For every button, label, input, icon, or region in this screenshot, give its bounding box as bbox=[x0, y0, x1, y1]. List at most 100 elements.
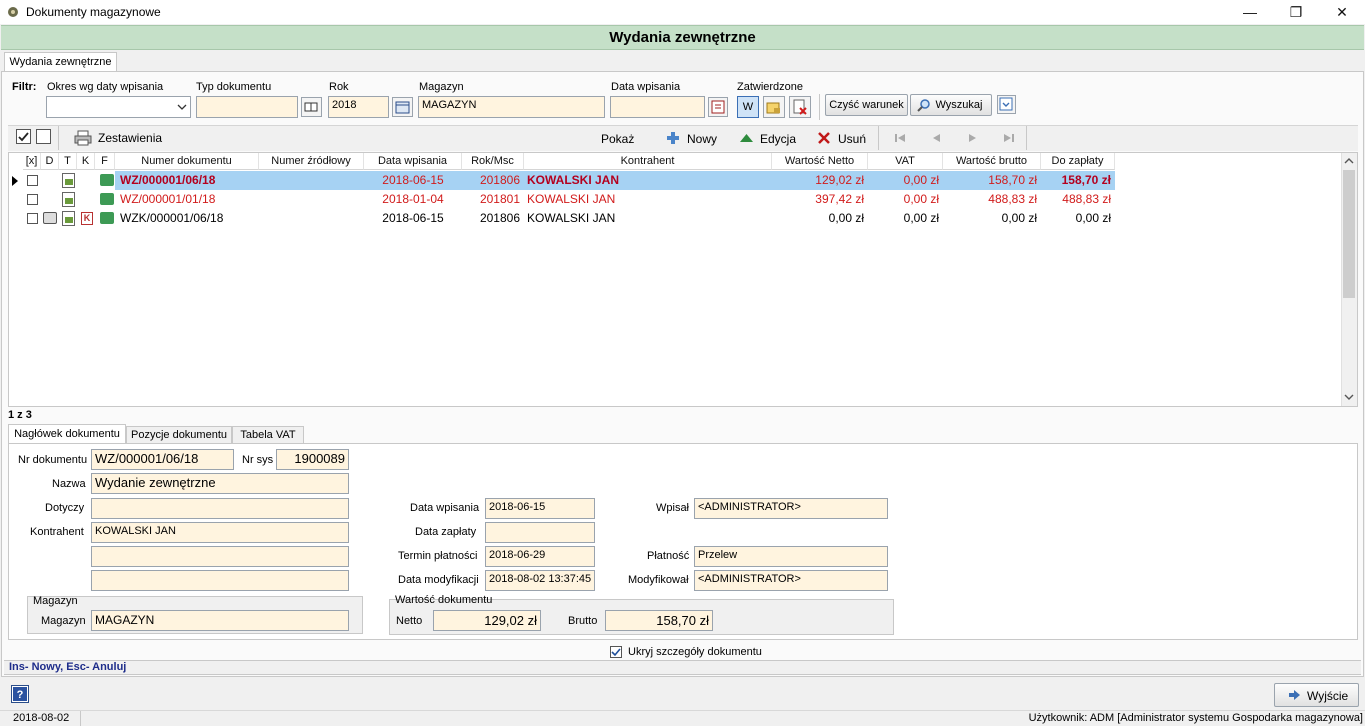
hint-bar bbox=[4, 660, 1361, 675]
close-icon[interactable]: ✕ bbox=[1319, 0, 1365, 24]
table-row[interactable]: WZ/000001/01/18 2018-01-04 201801 KOWALS… bbox=[9, 190, 1119, 209]
col-header-k[interactable]: K bbox=[77, 153, 95, 170]
rok-label: Rok bbox=[329, 81, 349, 93]
data-zaplaty-label: Data zapłaty bbox=[415, 526, 477, 538]
cell-kontrahent: KOWALSKI JAN bbox=[524, 171, 772, 190]
tab-tabela-vat[interactable]: Tabela VAT bbox=[232, 426, 304, 444]
date-picker-button[interactable] bbox=[708, 97, 728, 117]
scrollbar-thumb[interactable] bbox=[1343, 170, 1355, 298]
data-modyfikacji-field[interactable]: 2018-08-02 13:37:45 bbox=[485, 570, 595, 591]
col-header-data[interactable]: Data wpisania bbox=[364, 153, 462, 170]
search-button[interactable]: Wyszukaj bbox=[910, 94, 992, 116]
zatwierdzone-folder-toggle[interactable] bbox=[763, 96, 785, 118]
next-record-icon[interactable] bbox=[968, 133, 978, 143]
prev-record-icon[interactable] bbox=[931, 133, 941, 143]
cell-zrodlowy bbox=[259, 171, 364, 190]
calendar-button[interactable] bbox=[392, 97, 413, 117]
cell-zrodlowy bbox=[259, 190, 364, 209]
scroll-down-icon[interactable] bbox=[1344, 393, 1354, 401]
table-row[interactable]: WZ/000001/06/18 2018-06-15 201806 KOWALS… bbox=[9, 171, 1119, 190]
nr-sys-field[interactable]: 1900089 bbox=[276, 449, 349, 470]
col-header-netto[interactable]: Wartość Netto bbox=[772, 153, 868, 170]
col-header-vat[interactable]: VAT bbox=[868, 153, 943, 170]
deselect-all-checkbox[interactable] bbox=[36, 129, 51, 144]
modyfikowal-field[interactable]: <ADMINISTRATOR> bbox=[694, 570, 888, 591]
exit-button[interactable]: Wyjście bbox=[1274, 683, 1359, 707]
cell-vat: 0,00 zł bbox=[868, 171, 943, 190]
brutto-field[interactable]: 158,70 zł bbox=[605, 610, 713, 631]
cell-brutto: 0,00 zł bbox=[1001, 211, 1037, 225]
book-lookup-button[interactable] bbox=[301, 97, 322, 117]
nazwa-field[interactable]: Wydanie zewnętrzne bbox=[91, 473, 349, 494]
magazyn-filter-input[interactable]: MAGAZYN bbox=[418, 96, 605, 118]
pokaz-button[interactable]: Pokaż bbox=[601, 132, 634, 146]
col-header-zrodlowy[interactable]: Numer źródłowy bbox=[259, 153, 364, 170]
last-record-icon[interactable] bbox=[1003, 133, 1015, 143]
okres-select[interactable] bbox=[46, 96, 191, 118]
col-header-rokmsc[interactable]: Rok/Msc bbox=[462, 153, 524, 170]
select-all-checkbox[interactable] bbox=[16, 129, 31, 144]
row-checkbox[interactable] bbox=[27, 213, 38, 224]
zatwierdzone-reject-toggle[interactable] bbox=[789, 96, 811, 118]
kontrahent-address-1[interactable] bbox=[91, 546, 349, 567]
usun-button[interactable]: Usuń bbox=[817, 129, 869, 149]
wpisal-field[interactable]: <ADMINISTRATOR> bbox=[694, 498, 888, 519]
cell-kontrahent: KOWALSKI JAN bbox=[527, 192, 616, 206]
data-wpisania-field[interactable]: 2018-06-15 bbox=[485, 498, 595, 519]
data-zaplaty-field[interactable] bbox=[485, 522, 595, 543]
col-header-t[interactable]: T bbox=[59, 153, 77, 170]
typ-input[interactable] bbox=[196, 96, 298, 118]
platnosc-field[interactable]: Przelew bbox=[694, 546, 888, 567]
scroll-up-icon[interactable] bbox=[1344, 157, 1354, 165]
col-header-x[interactable]: [x] bbox=[23, 153, 41, 170]
okres-label: Okres wg daty wpisania bbox=[47, 81, 164, 93]
zestawienia-button[interactable]: Zestawienia bbox=[74, 129, 174, 149]
checkmark-icon bbox=[611, 648, 621, 657]
cell-zaplata: 488,83 zł bbox=[1062, 192, 1111, 206]
col-header-brutto[interactable]: Wartość brutto bbox=[943, 153, 1041, 170]
netto-field[interactable]: 129,02 zł bbox=[433, 610, 541, 631]
kontrahent-address-2[interactable] bbox=[91, 570, 349, 591]
nr-dokumentu-field[interactable]: WZ/000001/06/18 bbox=[91, 449, 234, 470]
tab-wydania-zewnetrzne[interactable]: Wydania zewnętrzne bbox=[4, 52, 117, 72]
col-header-zaplata[interactable]: Do zapłaty bbox=[1041, 153, 1115, 170]
row-checkbox[interactable] bbox=[27, 175, 38, 186]
status-user: Użytkownik: ADM [Administrator systemu G… bbox=[1028, 712, 1363, 724]
rok-input[interactable]: 2018 bbox=[328, 96, 389, 118]
kontrahent-field[interactable]: KOWALSKI JAN bbox=[91, 522, 349, 543]
minimize-icon[interactable]: — bbox=[1227, 0, 1273, 24]
zatwierdzone-w-toggle[interactable]: W bbox=[737, 96, 759, 118]
cell-brutto: 158,70 zł bbox=[943, 171, 1041, 190]
cell-kontrahent: KOWALSKI JAN bbox=[527, 211, 616, 225]
wpisal-label: Wpisał bbox=[656, 502, 690, 514]
tab-pozycje[interactable]: Pozycje dokumentu bbox=[126, 426, 232, 444]
document-icon bbox=[62, 173, 75, 188]
hide-details-checkbox[interactable] bbox=[610, 646, 622, 658]
row-checkbox[interactable] bbox=[27, 194, 38, 205]
table-row[interactable]: K WZK/000001/06/18 2018-06-15 201806 KOW… bbox=[9, 209, 1119, 228]
data-filter-input[interactable] bbox=[610, 96, 705, 118]
restore-icon[interactable]: ❐ bbox=[1273, 0, 1319, 24]
tab-naglowek[interactable]: Nagłówek dokumentu bbox=[8, 424, 126, 444]
help-button[interactable]: ? bbox=[11, 685, 29, 703]
chevron-down-icon bbox=[999, 97, 1013, 111]
col-header-d[interactable]: D bbox=[41, 153, 59, 170]
book-icon bbox=[304, 102, 318, 112]
exit-button-label: Wyjście bbox=[1307, 689, 1349, 703]
col-header-numer[interactable]: Numer dokumentu bbox=[115, 153, 259, 170]
calendar-icon bbox=[711, 100, 725, 114]
nowy-button[interactable]: Nowy bbox=[666, 129, 726, 149]
documents-grid[interactable]: [x] D T K F Numer dokumentu Numer źródło… bbox=[8, 152, 1358, 407]
col-header-kontrahent[interactable]: Kontrahent bbox=[524, 153, 772, 170]
col-header-f[interactable]: F bbox=[95, 153, 115, 170]
first-record-icon[interactable] bbox=[894, 133, 906, 143]
triangle-up-icon bbox=[740, 134, 753, 142]
magazyn-field[interactable]: MAGAZYN bbox=[91, 610, 349, 631]
expand-filter-button[interactable] bbox=[997, 95, 1016, 114]
dotyczy-field[interactable] bbox=[91, 498, 349, 519]
clear-filter-button[interactable]: Czyść warunek bbox=[825, 94, 908, 116]
termin-platnosci-field[interactable]: 2018-06-29 bbox=[485, 546, 595, 567]
search-button-label: Wyszukaj bbox=[935, 99, 983, 111]
edycja-button[interactable]: Edycja bbox=[739, 129, 801, 149]
zatwierdzone-label: Zatwierdzone bbox=[737, 81, 804, 93]
